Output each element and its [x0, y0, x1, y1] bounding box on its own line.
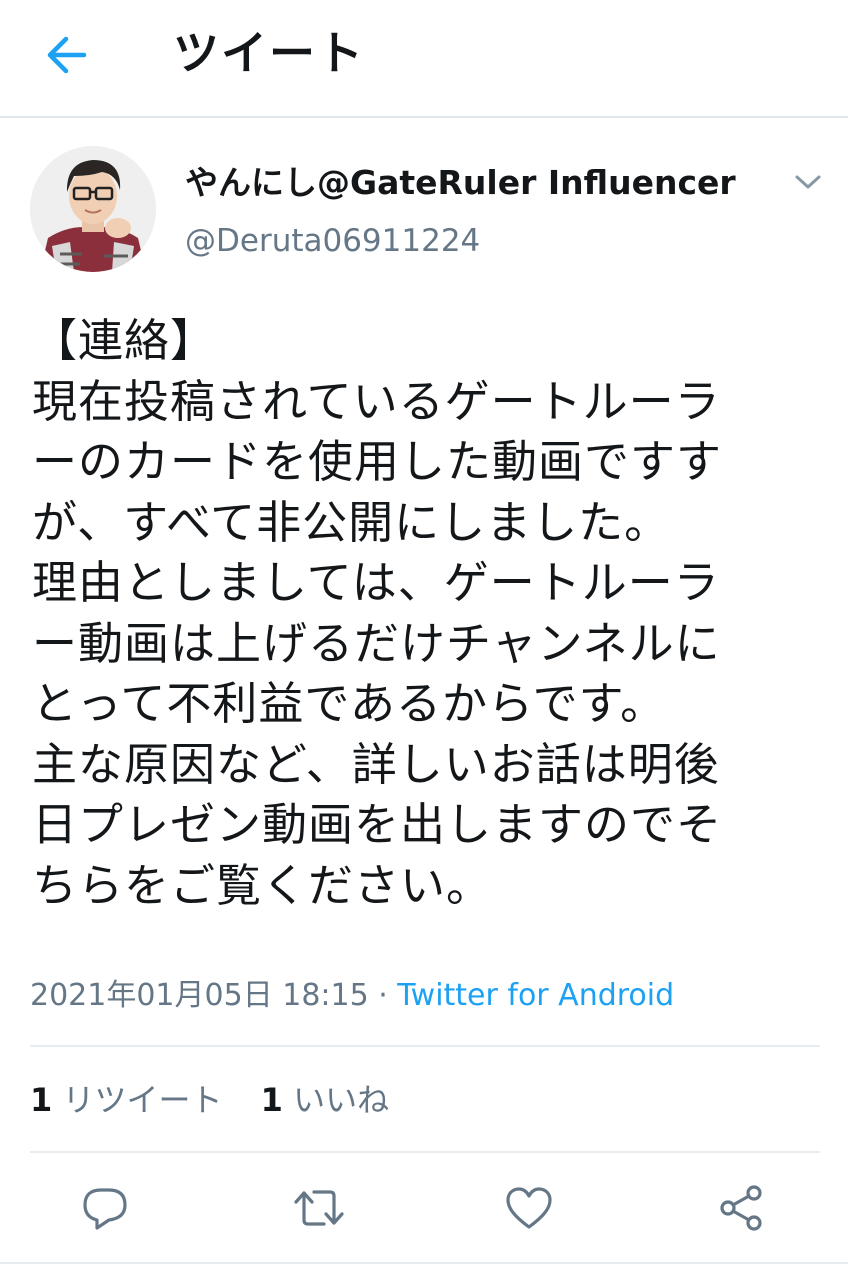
- tweet-menu-button[interactable]: [788, 162, 828, 202]
- retweets-stat[interactable]: 1 リツイート: [30, 1081, 222, 1119]
- arrow-left-icon: [47, 36, 87, 74]
- retweet-button[interactable]: [288, 1177, 350, 1239]
- page-title: ツイート: [173, 26, 365, 80]
- retweet-count: 1: [30, 1081, 53, 1119]
- share-button[interactable]: [710, 1177, 772, 1239]
- like-count: 1: [260, 1081, 283, 1119]
- tweet-line: が、すべて非公開にしました。: [32, 495, 671, 549]
- divider: [30, 1045, 820, 1047]
- likes-stat[interactable]: 1 いいね: [261, 1081, 389, 1119]
- retweet-label: リツイート: [62, 1081, 223, 1119]
- reply-button[interactable]: [74, 1177, 136, 1239]
- client-link[interactable]: Twitter for Android: [397, 978, 674, 1013]
- tweet-meta: 2021年01月05日 18:15 · Twitter for Android: [30, 974, 674, 1018]
- heart-icon: [506, 1187, 552, 1229]
- top-bar: ツイート: [0, 0, 848, 116]
- tweet-line: 主な原因など、詳しいお話は明後: [32, 737, 720, 791]
- tweet-line: ちらをご覧ください。: [32, 858, 493, 912]
- tweet-line: 【連絡】: [32, 314, 217, 367]
- tweet-line: ーのカードを使用した動画ですす: [32, 435, 723, 488]
- avatar[interactable]: [30, 146, 156, 272]
- divider: [0, 1262, 848, 1264]
- profile-photo: [30, 146, 156, 272]
- timestamp: 2021年01月05日 18:15: [30, 978, 369, 1013]
- tweet-line: 日プレゼン動画を出しますのでそ: [32, 798, 723, 851]
- header-divider: [0, 116, 848, 118]
- like-button[interactable]: [498, 1177, 560, 1239]
- back-button[interactable]: [38, 30, 94, 80]
- divider: [30, 1151, 820, 1153]
- tweet-line: 現在投稿されているゲートルーラ: [32, 374, 721, 428]
- share-icon: [720, 1185, 762, 1231]
- meta-separator: ·: [368, 978, 398, 1013]
- author-name[interactable]: やんにし@GateRuler Influencer: [185, 160, 736, 206]
- tweet-line: ー動画は上げるだけチャンネルに: [32, 616, 721, 670]
- tweet-text: 【連絡】 現在投稿されているゲートルーラ ーのカードを使用した動画ですす が、す…: [32, 311, 822, 916]
- reply-icon: [83, 1188, 127, 1230]
- action-bar: [0, 1177, 848, 1239]
- tweet-line: とって不利益であるからです。: [32, 677, 667, 730]
- retweet-icon: [294, 1190, 344, 1226]
- tweet-line: 理由としましては、ゲートルーラ: [32, 556, 720, 609]
- chevron-down-icon: [795, 175, 821, 189]
- author-handle[interactable]: @Deruta06911224: [185, 218, 480, 264]
- tweet-stats: 1 リツイート 1 いいね: [30, 1077, 417, 1123]
- like-label: いいね: [293, 1081, 390, 1119]
